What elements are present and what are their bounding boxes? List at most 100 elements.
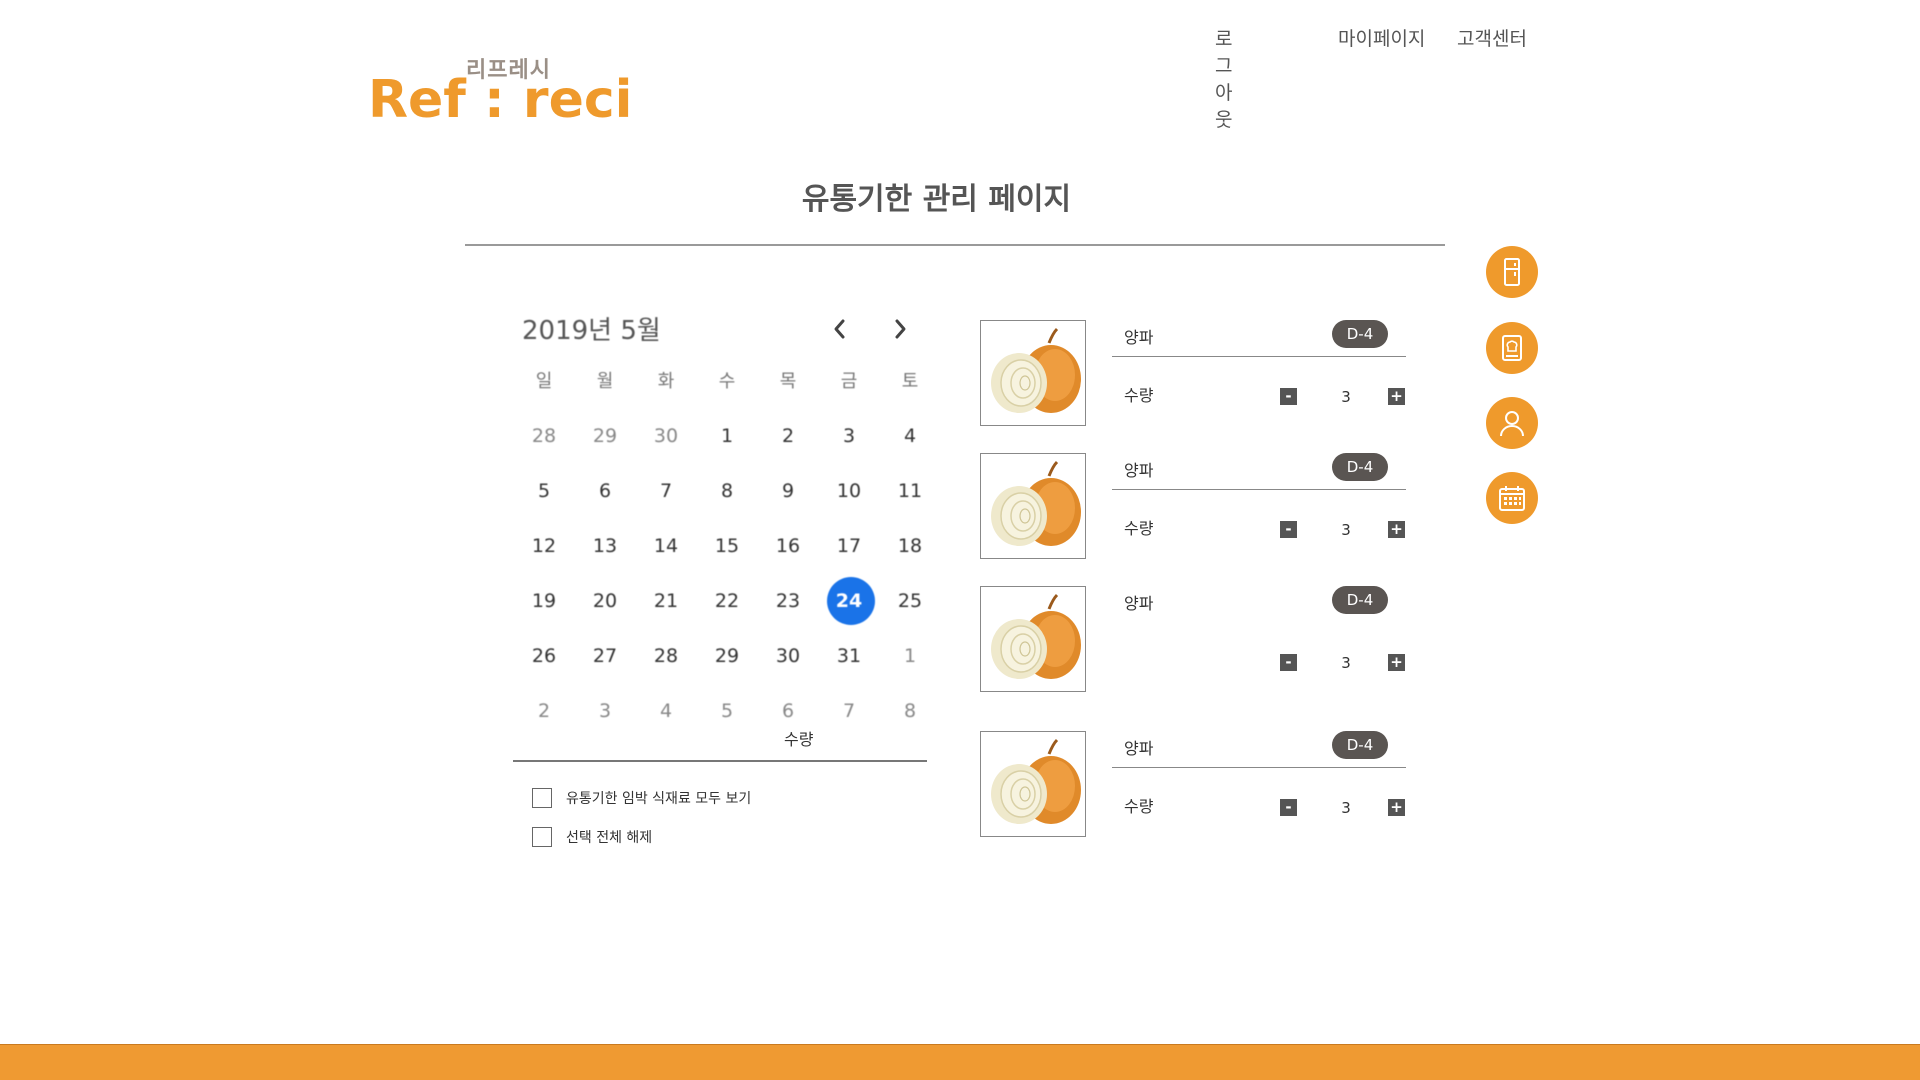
increase-quantity-button[interactable]: +: [1388, 388, 1405, 405]
increase-quantity-button[interactable]: +: [1388, 654, 1405, 671]
calendar-day[interactable]: 1: [882, 632, 938, 680]
calendar-day[interactable]: 3: [821, 412, 877, 460]
calendar-day[interactable]: 7: [821, 687, 877, 735]
quantity-value: 3: [1341, 799, 1351, 817]
calendar-day[interactable]: 2: [760, 412, 816, 460]
calendar-day[interactable]: 1: [699, 412, 755, 460]
calendar-day-number: 23: [775, 590, 801, 612]
calendar-week-row: 2 3 4 5 6 7 8: [512, 687, 928, 727]
calendar-day-number: 2: [537, 700, 551, 722]
decrease-quantity-button[interactable]: -: [1280, 799, 1297, 816]
calendar-day-number: 3: [598, 700, 612, 722]
item-divider: [1112, 767, 1406, 768]
recipe-book-icon: [1502, 335, 1522, 361]
ingredient-image[interactable]: [980, 731, 1086, 837]
increase-quantity-button[interactable]: +: [1388, 521, 1405, 538]
calendar-day-number: 18: [897, 535, 923, 557]
ingredient-name: 양파: [1124, 328, 1154, 347]
calendar-day-number: 4: [659, 700, 673, 722]
fridge-icon: [1504, 258, 1520, 286]
calendar-day[interactable]: 20: [577, 577, 633, 625]
calendar-day[interactable]: 13: [577, 522, 633, 570]
calendar-day-number: 7: [842, 700, 856, 722]
calendar-day-number: 21: [653, 590, 679, 612]
calendar-day[interactable]: 22: [699, 577, 755, 625]
decrease-quantity-button[interactable]: -: [1280, 521, 1297, 538]
profile-button[interactable]: [1486, 397, 1538, 449]
increase-quantity-button[interactable]: +: [1388, 799, 1405, 816]
calendar-day-number: 14: [653, 535, 679, 557]
calendar-day[interactable]: 11: [882, 467, 938, 515]
calendar-day[interactable]: 30: [638, 412, 694, 460]
fridge-button[interactable]: [1486, 246, 1538, 298]
calendar-day-number: 9: [781, 480, 795, 502]
calendar-day[interactable]: 23: [760, 577, 816, 625]
calendar-day-number: 31: [836, 645, 862, 667]
calendar-day[interactable]: 12: [516, 522, 572, 570]
calendar-day[interactable]: 10: [821, 467, 877, 515]
calendar-day[interactable]: 16: [760, 522, 816, 570]
calendar-day[interactable]: 5: [699, 687, 755, 735]
calendar-day[interactable]: 18: [882, 522, 938, 570]
ingredient-name: 양파: [1124, 461, 1154, 480]
calendar-day-number: 20: [592, 590, 618, 612]
calendar-day[interactable]: 14: [638, 522, 694, 570]
calendar-day-number: 13: [592, 535, 618, 557]
calendar-day[interactable]: 7: [638, 467, 694, 515]
calendar-day[interactable]: 9: [760, 467, 816, 515]
calendar-day[interactable]: 30: [760, 632, 816, 680]
calendar-day[interactable]: 26: [516, 632, 572, 680]
calendar-day-number: 19: [531, 590, 557, 612]
mypage-link[interactable]: 마이페이지: [1338, 24, 1425, 51]
logo[interactable]: 리프레시 Ref : reci: [368, 52, 633, 130]
ingredient-image[interactable]: [980, 320, 1086, 426]
footer-bar: [0, 1044, 1920, 1080]
decrease-quantity-button[interactable]: -: [1280, 388, 1297, 405]
calendar-day[interactable]: 4: [638, 687, 694, 735]
calendar-day[interactable]: 25: [882, 577, 938, 625]
calendar-day-number: 26: [531, 645, 557, 667]
calendar-day[interactable]: 17: [821, 522, 877, 570]
logout-link[interactable]: 로그아웃: [1215, 24, 1232, 132]
calendar-week-row: 5 6 7 8 9 10 11: [512, 467, 928, 507]
title-divider: [465, 244, 1445, 246]
logo-wordmark: Ref : reci: [368, 70, 633, 130]
calendar-icon: [1499, 486, 1525, 511]
calendar-day-number: 6: [598, 480, 612, 502]
weekday-label: 토: [901, 371, 919, 392]
calendar-day-number: 29: [714, 645, 740, 667]
calendar-button[interactable]: [1486, 472, 1538, 524]
ingredient-image[interactable]: [980, 586, 1086, 692]
calendar-day[interactable]: 8: [882, 687, 938, 735]
calendar-week-row: 28 29 30 1 2 3 4: [512, 412, 928, 452]
calendar-day[interactable]: 2: [516, 687, 572, 735]
quantity-value: 3: [1341, 388, 1351, 406]
prev-month-button[interactable]: [828, 314, 852, 344]
calendar-day[interactable]: 27: [577, 632, 633, 680]
recipe-book-button[interactable]: [1486, 322, 1538, 374]
calendar-day[interactable]: 4: [882, 412, 938, 460]
calendar-day-selected[interactable]: 24: [821, 577, 877, 625]
calendar-day[interactable]: 31: [821, 632, 877, 680]
calendar-day[interactable]: 5: [516, 467, 572, 515]
calendar-day[interactable]: 8: [699, 467, 755, 515]
show-expiring-checkbox[interactable]: [532, 788, 552, 808]
clear-all-checkbox[interactable]: [532, 827, 552, 847]
expiry-badge: D-4: [1332, 731, 1388, 759]
calendar-day[interactable]: 15: [699, 522, 755, 570]
customer-center-link[interactable]: 고객센터: [1457, 24, 1527, 51]
calendar-day[interactable]: 3: [577, 687, 633, 735]
calendar-day[interactable]: 21: [638, 577, 694, 625]
calendar-day[interactable]: 28: [516, 412, 572, 460]
calendar-day[interactable]: 28: [638, 632, 694, 680]
calendar-day[interactable]: 6: [577, 467, 633, 515]
calendar-day[interactable]: 19: [516, 577, 572, 625]
next-month-button[interactable]: [888, 314, 912, 344]
calendar-day[interactable]: 29: [699, 632, 755, 680]
calendar-day-number: 27: [592, 645, 618, 667]
decrease-quantity-button[interactable]: -: [1280, 654, 1297, 671]
expiry-badge: D-4: [1332, 453, 1388, 481]
calendar-day[interactable]: 29: [577, 412, 633, 460]
calendar-week-row: 26 27 28 29 30 31 1: [512, 632, 928, 672]
ingredient-image[interactable]: [980, 453, 1086, 559]
